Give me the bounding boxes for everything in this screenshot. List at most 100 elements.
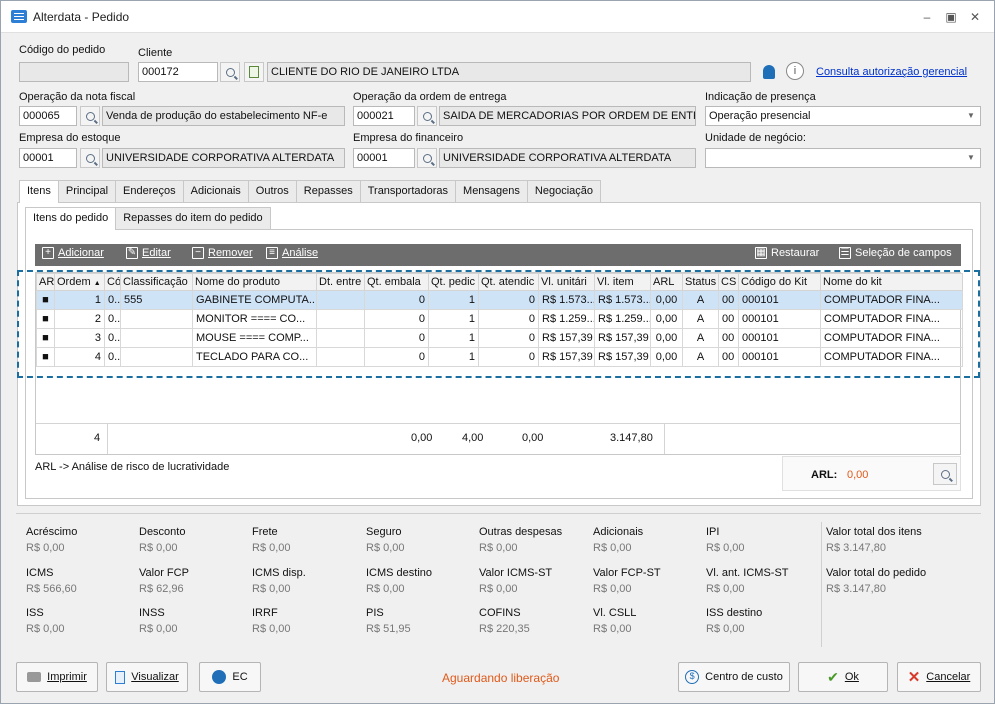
col-ar[interactable]: AR <box>36 273 55 291</box>
op-nota-search-button[interactable] <box>80 106 100 126</box>
empresa-estoque-search-button[interactable] <box>80 148 100 168</box>
selecao-campos-button[interactable]: ☰ Seleção de campos <box>839 247 952 259</box>
table-cell: R$ 157,39 <box>594 328 651 348</box>
op-ordem-code-field[interactable]: 000021 <box>353 106 415 126</box>
summary-item: COFINS R$ 220,35 <box>479 607 530 635</box>
cliente-code-field[interactable]: 000172 <box>138 62 218 82</box>
table-row[interactable]: ■40...TECLADO PARA CO...010R$ 157,39R$ 1… <box>36 347 963 367</box>
subtab-itens-pedido[interactable]: Itens do pedido <box>25 207 117 230</box>
user-icon <box>763 65 775 79</box>
col-status[interactable]: Status <box>682 273 719 291</box>
table-cell <box>120 309 193 329</box>
summary-value: R$ 220,35 <box>479 623 530 635</box>
empresa-estoque-code-field[interactable]: 00001 <box>19 148 77 168</box>
search-icon <box>85 111 95 121</box>
window-title: Alterdata - Pedido <box>33 10 130 24</box>
unidade-select[interactable]: ▼ <box>705 148 981 168</box>
chevron-down-icon[interactable]: ▼ <box>962 107 980 125</box>
col-vl-item[interactable]: Vl. item <box>594 273 651 291</box>
empresa-fin-search-button[interactable] <box>417 148 437 168</box>
col-cs[interactable]: CS <box>718 273 739 291</box>
visualizar-button[interactable]: Visualizar <box>106 662 188 692</box>
tab-outros[interactable]: Outros <box>247 180 297 202</box>
col-codigo-kit[interactable]: Código do Kit <box>738 273 821 291</box>
table-cell: 0,00 <box>650 328 683 348</box>
info-button[interactable]: i <box>786 62 804 80</box>
presenca-select[interactable]: Operação presencial ▼ <box>705 106 981 126</box>
preview-icon <box>115 670 126 684</box>
summary-panel: Valor total dos itens R$ 3.147,80 Valor … <box>16 513 981 651</box>
summary-value: R$ 0,00 <box>706 623 745 635</box>
table-cell: 2 <box>54 309 105 329</box>
col-vl-unitario[interactable]: Vl. unitári <box>538 273 595 291</box>
table-cell: TECLADO PARA CO... <box>192 347 317 367</box>
col-arl[interactable]: ARL <box>650 273 683 291</box>
tab-negociacao[interactable]: Negociação <box>526 180 601 202</box>
col-qt-embalagem[interactable]: Qt. embala <box>364 273 429 291</box>
tab-enderecos[interactable]: Endereços <box>115 180 184 202</box>
table-cell: 0,00 <box>650 309 683 329</box>
table-cell: 0... <box>104 309 121 329</box>
imprimir-button[interactable]: Imprimir <box>16 662 98 692</box>
adicionar-button[interactable]: + Adicionar <box>42 247 104 259</box>
sub-tabs: Itens do pedido Repasses do item do pedi… <box>25 207 271 230</box>
summary-item: IRRF R$ 0,00 <box>252 607 291 635</box>
summary-value: R$ 0,00 <box>366 583 405 595</box>
items-grid[interactable]: AR Ordem ▲ Cóc Classificação Nome do pro… <box>35 272 963 455</box>
remover-button[interactable]: − Remover <box>192 247 253 259</box>
tab-repasses[interactable]: Repasses <box>295 180 361 202</box>
op-nota-code-field[interactable]: 000065 <box>19 106 77 126</box>
tab-itens[interactable]: Itens <box>19 180 59 203</box>
codigo-pedido-label: Código do pedido <box>19 44 106 56</box>
editar-button[interactable]: ✎ Editar <box>126 247 171 259</box>
close-icon[interactable]: ✕ <box>967 9 983 25</box>
total-vl-item: 3.147,80 <box>610 432 653 444</box>
user-info-button[interactable] <box>759 62 779 82</box>
summary-item: INSS R$ 0,00 <box>139 607 178 635</box>
op-ordem-search-button[interactable] <box>417 106 437 126</box>
centro-custo-button[interactable]: $ Centro de custo <box>678 662 790 692</box>
arl-search-button[interactable] <box>933 463 957 485</box>
col-qt-pedido[interactable]: Qt. pedic <box>428 273 479 291</box>
cliente-search-button[interactable] <box>220 62 240 82</box>
analise-button[interactable]: ≡ Análise <box>266 247 318 259</box>
col-nome-produto[interactable]: Nome do produto <box>192 273 317 291</box>
arl-legend: ARL -> Análise de risco de lucratividade <box>35 461 230 473</box>
tab-principal[interactable]: Principal <box>57 180 117 202</box>
title-bar: Alterdata - Pedido – ▣ ✕ <box>1 1 994 33</box>
col-ordem[interactable]: Ordem ▲ <box>54 273 105 291</box>
cliente-new-button[interactable] <box>244 62 264 82</box>
col-nome-kit[interactable]: Nome do kit <box>820 273 963 291</box>
ec-button[interactable]: EC <box>199 662 261 692</box>
minimize-icon[interactable]: – <box>919 9 935 25</box>
consulta-autorizacao-link[interactable]: Consulta autorização gerencial <box>816 66 967 78</box>
table-row[interactable]: ■10...555GABINETE COMPUTA...010R$ 1.573.… <box>36 290 963 310</box>
table-row[interactable]: ■20...MONITOR ==== CO...010R$ 1.259...R$… <box>36 309 963 329</box>
empresa-fin-code-field[interactable]: 00001 <box>353 148 415 168</box>
col-codigo[interactable]: Cóc <box>104 273 121 291</box>
codigo-pedido-field <box>19 62 129 82</box>
summary-value: R$ 0,00 <box>26 623 65 635</box>
ec-icon <box>212 670 227 684</box>
ok-button[interactable]: ✔ Ok <box>798 662 888 692</box>
subtab-repasses-item[interactable]: Repasses do item do pedido <box>115 207 271 229</box>
table-cell: A <box>682 328 719 348</box>
tab-transportadoras[interactable]: Transportadoras <box>359 180 457 202</box>
summary-label: Seguro <box>366 526 402 538</box>
cancelar-button[interactable]: ✕ Cancelar <box>897 662 981 692</box>
col-qt-atendido[interactable]: Qt. atendic <box>478 273 539 291</box>
table-cell: COMPUTADOR FINA... <box>820 290 963 310</box>
table-row[interactable]: ■30...MOUSE ==== COMP...010R$ 157,39R$ 1… <box>36 328 963 348</box>
add-icon: + <box>42 247 54 259</box>
table-cell: 0... <box>104 290 121 310</box>
table-cell: A <box>682 309 719 329</box>
tab-mensagens[interactable]: Mensagens <box>455 180 528 202</box>
restaurar-button[interactable]: ▦ Restaurar <box>755 247 819 259</box>
chevron-down-icon[interactable]: ▼ <box>962 149 980 167</box>
col-dt-entrega[interactable]: Dt. entre <box>316 273 365 291</box>
summary-item: Outras despesas R$ 0,00 <box>479 526 562 554</box>
tab-adicionais[interactable]: Adicionais <box>182 180 249 202</box>
maximize-icon[interactable]: ▣ <box>943 9 959 25</box>
table-cell: 000101 <box>738 290 821 310</box>
col-classificacao[interactable]: Classificação <box>120 273 193 291</box>
